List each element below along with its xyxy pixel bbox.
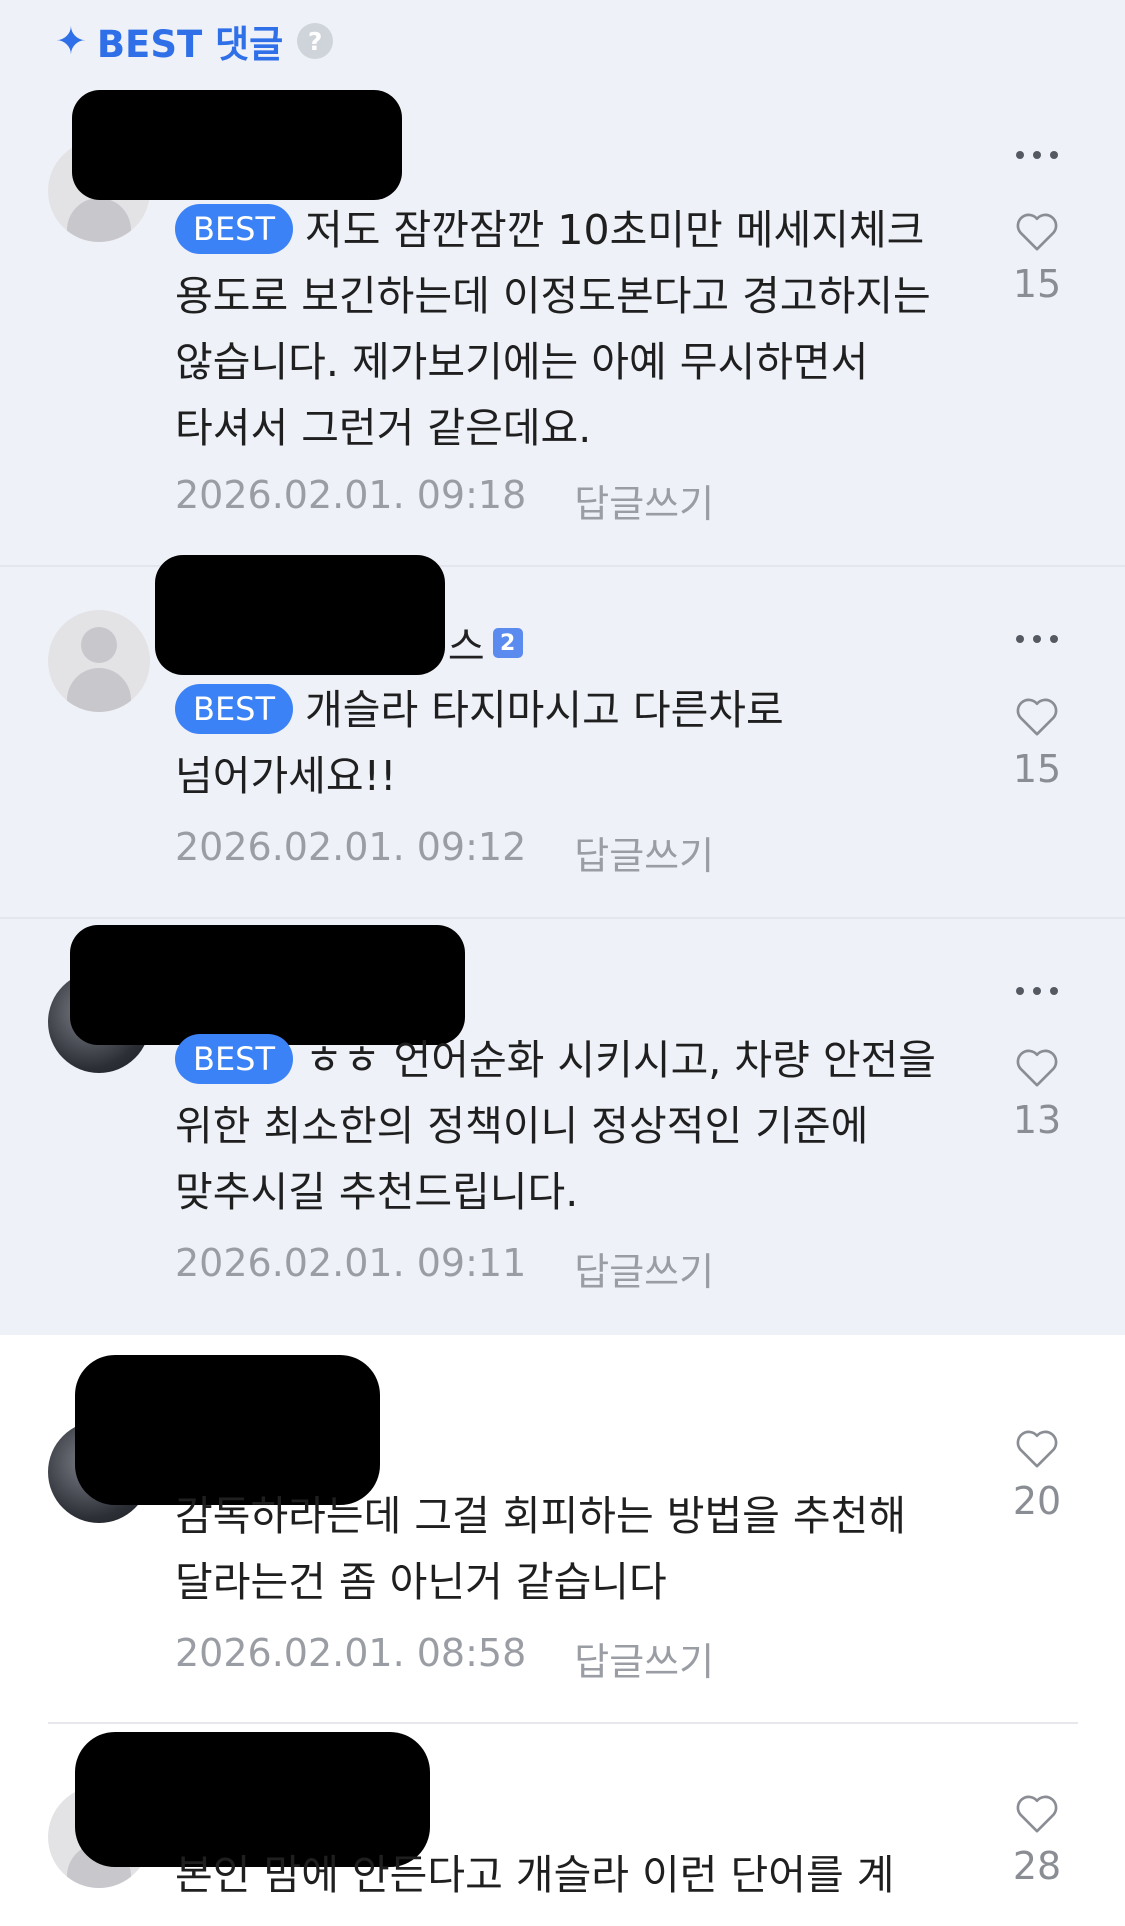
- like-count: 15: [1012, 747, 1062, 791]
- avatar[interactable]: [48, 610, 150, 712]
- like-button[interactable]: 28: [1005, 1792, 1069, 1888]
- author-name-end: 스: [447, 624, 485, 670]
- like-button[interactable]: 15: [1005, 210, 1069, 306]
- comment-item: 감독하라는데 그걸 회피하는 방법을 추천해 달라는건 좀 아닌거 같습니다 2…: [0, 1335, 1125, 1725]
- best-comments-header: ✦ BEST 댓글 ?: [0, 0, 1125, 85]
- comment-body: 감독하라는데 그걸 회피하는 방법을 추천해 달라는건 좀 아닌거 같습니다: [175, 1492, 907, 1606]
- comment-text: BEST 저도 잠깐잠깐 10초미만 메세지체크 용도로 보긴하는데 이정도본다고…: [175, 197, 975, 461]
- comment-item: BEST ㅎㅎ 언어순화 시키시고, 차량 안전을 위한 최소한의 정책이니 정상…: [0, 919, 1125, 1335]
- comment-meta: 2026.02.01. 09:18 답글쓰기: [175, 473, 714, 528]
- comment-date: 2026.02.01. 09:18: [175, 473, 527, 517]
- comment-item: BEST 저도 잠깐잠깐 10초미만 메세지체크 용도로 보긴하는데 이정도본다고…: [0, 85, 1125, 567]
- redacted-author-name: [72, 90, 402, 200]
- comment-text: BEST 개슬라 타지마시고 다른차로 넘어가세요!!: [175, 677, 975, 809]
- like-button[interactable]: 13: [1005, 1046, 1069, 1142]
- more-options-icon[interactable]: [1016, 151, 1058, 161]
- comment-date: 2026.02.01. 09:11: [175, 1241, 527, 1285]
- comment-date: 2026.02.01. 09:12: [175, 825, 527, 869]
- best-badge: BEST: [175, 204, 294, 254]
- comment-text: 감독하라는데 그걸 회피하는 방법을 추천해 달라는건 좀 아닌거 같습니다: [175, 1483, 975, 1615]
- level-badge: 2: [492, 628, 523, 658]
- comment-date: 2026.02.01. 08:58: [175, 1631, 527, 1675]
- comment-item: 청 스 2 BEST개슬라 타지마시고 다른차로 넘어가세요!! 2026.02…: [0, 555, 1125, 919]
- reply-button[interactable]: 답글쓰기: [574, 1631, 714, 1686]
- more-options-icon[interactable]: [1016, 987, 1058, 997]
- best-badge: BEST: [175, 1034, 294, 1084]
- comment-meta: 2026.02.01. 09:12 답글쓰기: [175, 825, 714, 880]
- heart-icon: [1016, 1430, 1058, 1468]
- like-count: 15: [1012, 262, 1062, 306]
- comment-meta: 2026.02.01. 09:11 답글쓰기: [175, 1241, 714, 1296]
- heart-icon: [1016, 698, 1058, 736]
- reply-button[interactable]: 답글쓰기: [574, 473, 714, 528]
- heart-icon: [1016, 1049, 1058, 1087]
- comment-section: ✦ BEST 댓글 ? BEST 저도 잠깐잠깐 10초미만 메세지체크 용도로 …: [0, 0, 1125, 1926]
- comment-body: 본인 맘에 안든다고 개슬라 이런 단어를 계: [175, 1851, 895, 1899]
- sparkle-icon: ✦: [55, 19, 87, 63]
- reply-button[interactable]: 답글쓰기: [574, 1241, 714, 1296]
- like-button[interactable]: 15: [1005, 695, 1069, 791]
- comment-item: 본인 맘에 안든다고 개슬라 이런 단어를 계 28: [0, 1724, 1125, 1926]
- comment-text: 본인 맘에 안든다고 개슬라 이런 단어를 계: [175, 1842, 995, 1908]
- like-count: 20: [1012, 1479, 1062, 1523]
- best-comments-label: BEST 댓글: [96, 23, 284, 66]
- like-button[interactable]: 20: [1005, 1427, 1069, 1523]
- reply-button[interactable]: 답글쓰기: [574, 825, 714, 880]
- heart-icon: [1016, 1795, 1058, 1833]
- help-icon[interactable]: ?: [297, 23, 334, 59]
- heart-icon: [1016, 213, 1058, 251]
- best-badge: BEST: [175, 684, 294, 734]
- best-comments-title: ✦ BEST 댓글 ?: [55, 14, 334, 68]
- like-count: 13: [1012, 1098, 1062, 1142]
- redacted-author-name: [155, 555, 445, 675]
- comment-meta: 2026.02.01. 08:58 답글쓰기: [175, 1631, 714, 1686]
- more-options-icon[interactable]: [1016, 635, 1058, 645]
- comment-text: BEST ㅎㅎ 언어순화 시키시고, 차량 안전을 위한 최소한의 정책이니 정상…: [175, 1027, 975, 1225]
- like-count: 28: [1012, 1844, 1062, 1888]
